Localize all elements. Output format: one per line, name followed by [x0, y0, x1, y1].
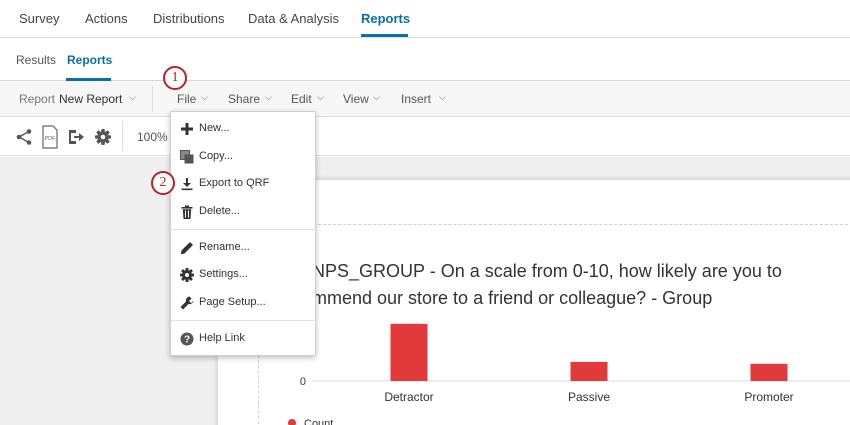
menu-item-label: Page Setup... — [199, 296, 266, 308]
report-canvas: NPS_GROUP - On a scale from 0-10, how li… — [0, 157, 850, 425]
menu-item-rename[interactable]: Rename... — [171, 237, 317, 259]
trash-icon — [181, 205, 193, 219]
menu-item-help-link[interactable]: ? Help Link — [171, 328, 317, 350]
export-icon[interactable] — [66, 127, 86, 147]
report-toolbar: Report New Report ⌵ File ⌵ Share ⌵ Edit … — [0, 81, 850, 117]
menu-item-label: New... — [199, 122, 230, 134]
tab-reports[interactable]: Reports — [361, 11, 410, 26]
active-tab-indicator — [361, 34, 408, 37]
icon-toolbar: PDF 100% — [0, 117, 850, 156]
menu-item-export-qrf[interactable]: Export to QRF — [171, 173, 317, 195]
step-badge-2: 2 — [151, 171, 175, 195]
tab-distributions[interactable]: Distributions — [153, 11, 225, 26]
share-icon[interactable] — [14, 127, 34, 147]
gear-icon — [180, 268, 194, 282]
menu-item-label: Help Link — [199, 332, 245, 344]
menu-insert[interactable]: Insert — [401, 92, 431, 106]
report-selector[interactable]: New Report — [59, 92, 122, 106]
menu-item-label: Copy... — [199, 150, 234, 162]
x-tick-label: Passive — [568, 390, 610, 404]
svg-text:PDF: PDF — [45, 136, 57, 142]
download-icon — [181, 178, 193, 191]
tab-actions[interactable]: Actions — [85, 11, 128, 26]
menu-item-label: Settings... — [199, 268, 248, 280]
step-badge-1: 1 — [163, 66, 187, 90]
copy-icon — [180, 150, 194, 164]
menu-item-page-setup[interactable]: Page Setup... — [171, 292, 317, 314]
gear-icon[interactable] — [93, 127, 113, 147]
chevron-down-icon[interactable]: ⌵ — [439, 92, 446, 103]
subtab-reports[interactable]: Reports — [67, 53, 112, 67]
menu-item-delete[interactable]: Delete... — [171, 201, 317, 223]
subtab-results[interactable]: Results — [16, 53, 56, 67]
zoom-level[interactable]: 100% — [137, 130, 168, 144]
legend-label: Count — [304, 418, 333, 425]
help-icon: ? — [180, 332, 194, 346]
file-menu-dropdown: New... Copy... Export to QRF Delete... R… — [170, 111, 317, 356]
chevron-down-icon[interactable]: ⌵ — [373, 92, 380, 103]
menu-view[interactable]: View — [343, 92, 369, 106]
chevron-down-icon[interactable]: ⌵ — [129, 92, 136, 103]
menu-divider — [171, 229, 317, 230]
menu-item-label: Export to QRF — [199, 177, 270, 189]
menu-item-label: Rename... — [199, 241, 250, 253]
bar — [390, 323, 428, 381]
pdf-icon[interactable]: PDF — [41, 125, 59, 149]
x-tick-label: Detractor — [384, 390, 433, 404]
plus-icon — [181, 123, 193, 135]
menu-item-label: Delete... — [199, 205, 240, 217]
bar — [570, 361, 608, 381]
menu-divider — [171, 320, 317, 321]
chevron-down-icon[interactable]: ⌵ — [317, 92, 324, 103]
chevron-down-icon[interactable]: ⌵ — [201, 92, 208, 103]
bar — [750, 363, 788, 381]
pencil-icon — [180, 242, 193, 255]
y-tick-label: 0 — [300, 376, 306, 388]
icon-toolbar-divider — [122, 121, 123, 151]
menu-item-settings[interactable]: Settings... — [171, 264, 317, 286]
toolbar-divider — [152, 86, 153, 112]
menu-edit[interactable]: Edit — [291, 92, 312, 106]
wrench-icon — [180, 296, 194, 310]
chevron-down-icon[interactable]: ⌵ — [265, 92, 272, 103]
menu-item-new[interactable]: New... — [171, 118, 317, 140]
menu-share[interactable]: Share — [228, 92, 260, 106]
report-label: Report — [19, 92, 56, 106]
menu-item-copy[interactable]: Copy... — [171, 146, 317, 168]
tab-data-analysis[interactable]: Data & Analysis — [248, 11, 339, 26]
legend-swatch — [288, 419, 296, 425]
tab-survey[interactable]: Survey — [19, 11, 59, 26]
top-nav: Survey Actions Distributions Data & Anal… — [0, 0, 850, 38]
sub-nav: Results Reports — [0, 38, 850, 81]
x-tick-label: Promoter — [744, 390, 793, 404]
menu-file[interactable]: File — [177, 92, 196, 106]
svg-text:?: ? — [184, 335, 190, 346]
